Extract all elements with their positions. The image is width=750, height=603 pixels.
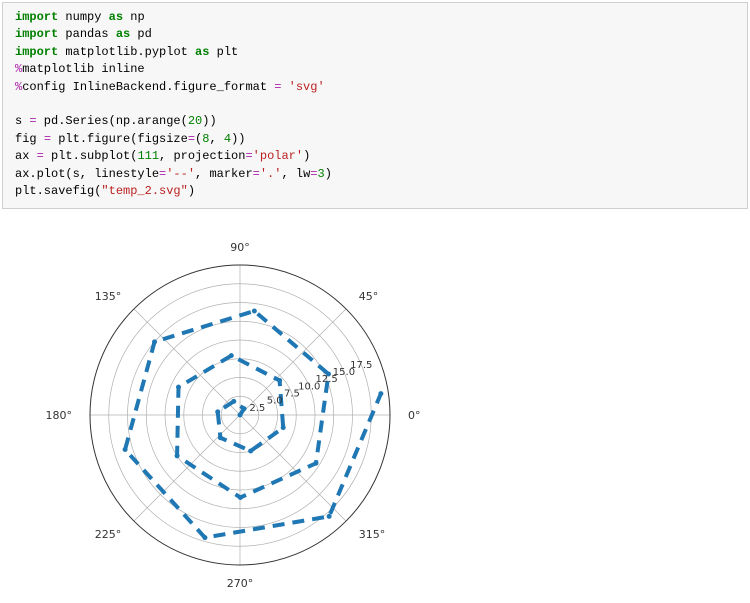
angle-tick-label: 225° xyxy=(95,528,122,541)
angle-tick-label: 180° xyxy=(46,409,73,422)
radial-tick-label: 5.0 xyxy=(267,396,283,407)
code-line: fig = plt.figure(figsize=(8, 4)) xyxy=(15,132,245,146)
code-line: ax = plt.subplot(111, projection='polar'… xyxy=(15,149,310,163)
radial-tick-label: 2.5 xyxy=(249,403,265,414)
output-cell: 2.55.07.510.012.515.017.5 0°45°90°135°18… xyxy=(30,215,470,603)
angle-tick-label: 315° xyxy=(359,528,386,541)
code-line: import pandas as pd xyxy=(15,27,152,41)
angle-tick-label: 270° xyxy=(227,577,254,590)
angle-tick-label: 90° xyxy=(230,241,250,254)
code-line: import matplotlib.pyplot as plt xyxy=(15,45,238,59)
code-input-cell[interactable]: import numpy as np import pandas as pd i… xyxy=(2,2,748,209)
code-line: %config InlineBackend.figure_format = 's… xyxy=(15,80,325,94)
code-line: %matplotlib inline xyxy=(15,62,145,76)
angle-tick-label: 0° xyxy=(408,409,421,422)
code-line: ax.plot(s, linestyle='--', marker='.', l… xyxy=(15,167,332,181)
angle-tick-label: 135° xyxy=(95,291,122,304)
angle-tick-label: 45° xyxy=(359,291,379,304)
radial-tick-label: 17.5 xyxy=(350,360,372,371)
polar-chart: 2.55.07.510.012.515.017.5 0°45°90°135°18… xyxy=(30,215,470,603)
code-line: s = pd.Series(np.arange(20)) xyxy=(15,114,217,128)
code-line: plt.savefig("temp_2.svg") xyxy=(15,184,195,198)
code-line: import numpy as np xyxy=(15,10,145,24)
